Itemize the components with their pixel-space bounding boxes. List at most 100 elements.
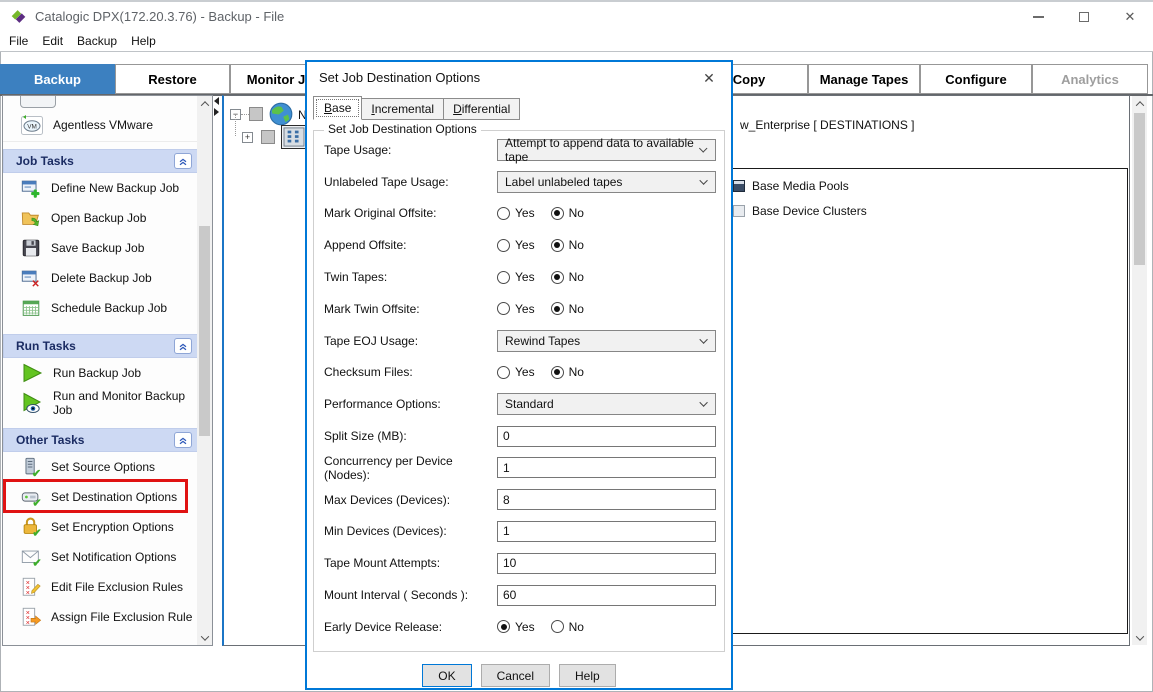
- menu-edit[interactable]: Edit: [35, 34, 70, 48]
- chevron-down-icon: [699, 335, 707, 343]
- unlabeled-tape-usage-select[interactable]: Label unlabeled tapes: [497, 171, 716, 193]
- content-scrollbar[interactable]: [1132, 96, 1147, 645]
- task-sidebar: VM Agentless VMware Job Tasks Define New…: [2, 95, 213, 646]
- sidebar-item-run-backup-job[interactable]: Run Backup Job: [3, 358, 198, 388]
- dialog-tab-differential[interactable]: Differential: [443, 98, 520, 120]
- max-devices-input[interactable]: [497, 489, 716, 510]
- sidebar-item-open-backup-job[interactable]: Open Backup Job: [3, 203, 198, 233]
- twin-tapes-radio-no[interactable]: [551, 271, 564, 284]
- split-size-input[interactable]: [497, 426, 716, 447]
- sidebar-item-assign-file-exclusion-rule[interactable]: ✕ ✕ ✕ Assign File Exclusion Rule: [3, 602, 198, 632]
- sidebar-item-delete-backup-job[interactable]: ✕ Delete Backup Job: [3, 263, 198, 293]
- scroll-down-icon[interactable]: [1132, 630, 1147, 645]
- dialog-title: Set Job Destination Options: [319, 70, 480, 85]
- menu-file[interactable]: File: [0, 34, 35, 48]
- chevron-down-icon: [699, 399, 707, 407]
- scrollbar-thumb[interactable]: [1134, 113, 1145, 265]
- sidebar-item-set-notification-options[interactable]: ✔ Set Notification Options: [3, 542, 198, 572]
- menu-backup[interactable]: Backup: [70, 34, 124, 48]
- tab-restore[interactable]: Restore: [115, 64, 230, 94]
- scroll-down-icon[interactable]: [197, 630, 212, 645]
- svg-text:✕: ✕: [31, 279, 39, 289]
- collapse-section-button[interactable]: [174, 432, 192, 448]
- sidebar-item-label: Set Encryption Options: [51, 520, 174, 534]
- tape-mount-attempts-input[interactable]: [497, 553, 716, 574]
- checksum-files-radio-no[interactable]: [551, 366, 564, 379]
- exclusion-rules-edit-icon: ✕ ✕ ✕: [20, 576, 42, 598]
- menu-help[interactable]: Help: [124, 34, 163, 48]
- performance-options-select[interactable]: Standard: [497, 393, 716, 415]
- sidebar-item-edit-file-exclusion-rules[interactable]: ✕ ✕ ✕ Edit File Exclusion Rules: [3, 572, 198, 602]
- tab-analytics[interactable]: Analytics: [1032, 64, 1148, 94]
- min-devices-input[interactable]: [497, 521, 716, 542]
- run-play-icon: [20, 361, 44, 385]
- tree-checkbox[interactable]: [261, 130, 275, 144]
- mark-original-offsite-radio-yes[interactable]: [497, 207, 510, 220]
- checksum-files-radio-yes[interactable]: [497, 366, 510, 379]
- field-label: Early Device Release:: [324, 620, 497, 634]
- mark-twin-offsite-radio-yes[interactable]: [497, 302, 510, 315]
- ok-button[interactable]: OK: [422, 664, 471, 687]
- help-button[interactable]: Help: [559, 664, 616, 687]
- dialog-button-row: OK Cancel Help: [307, 664, 731, 687]
- section-title: Job Tasks: [16, 154, 74, 168]
- chevron-double-up-icon: [177, 340, 189, 352]
- append-offsite-radio-no[interactable]: [551, 239, 564, 252]
- list-item-base-media-pools[interactable]: Base Media Pools: [733, 179, 849, 193]
- sidebar-item-run-and-monitor-backup-job[interactable]: Run and Monitor Backup Job: [3, 388, 198, 418]
- collapse-section-button[interactable]: [174, 338, 192, 354]
- tape-eoj-usage-select[interactable]: Rewind Tapes: [497, 330, 716, 352]
- early-device-release-radio-yes[interactable]: [497, 620, 510, 633]
- scrollbar-thumb[interactable]: [199, 226, 210, 436]
- cancel-button[interactable]: Cancel: [481, 664, 550, 687]
- sidebar-item-set-encryption-options[interactable]: ✔ Set Encryption Options: [3, 512, 198, 542]
- sidebar-item-label: Assign File Exclusion Rule: [51, 610, 192, 624]
- list-item-base-device-clusters[interactable]: Base Device Clusters: [733, 204, 867, 218]
- sidebar-item-schedule-backup-job[interactable]: Schedule Backup Job: [3, 293, 198, 323]
- minimize-button[interactable]: [1015, 2, 1061, 32]
- sidebar-item-agentless-vmware[interactable]: VM Agentless VMware: [3, 109, 198, 142]
- scroll-up-icon[interactable]: [197, 96, 212, 111]
- sidebar-item-set-source-options[interactable]: ✔ Set Source Options: [3, 452, 198, 482]
- tab-backup[interactable]: Backup: [0, 64, 115, 94]
- collapse-section-button[interactable]: [174, 153, 192, 169]
- tab-configure[interactable]: Configure: [920, 64, 1032, 94]
- dialog-close-icon[interactable]: ✕: [699, 68, 719, 88]
- destinations-header: w_Enterprise [ DESTINATIONS ]: [740, 118, 915, 132]
- sidebar-item-save-backup-job[interactable]: Save Backup Job: [3, 233, 198, 263]
- mount-interval-input[interactable]: [497, 585, 716, 606]
- sidebar-item-define-new-backup-job[interactable]: Define New Backup Job: [3, 173, 198, 203]
- tree-checkbox[interactable]: [249, 107, 263, 121]
- tree-expand-icon[interactable]: +: [242, 132, 253, 143]
- expand-right-icon[interactable]: [214, 108, 219, 116]
- form-row: Split Size (MB):: [314, 420, 724, 452]
- run-monitor-icon: [20, 391, 44, 415]
- form-row: Max Devices (Devices):: [314, 484, 724, 516]
- collapse-left-icon[interactable]: [214, 97, 219, 105]
- tab-manage-tapes[interactable]: Manage Tapes: [808, 64, 920, 94]
- maximize-button[interactable]: [1061, 2, 1107, 32]
- source-server-icon: ✔: [20, 456, 42, 478]
- concurrency-per-device-input[interactable]: [497, 457, 716, 478]
- mark-original-offsite-radio-no[interactable]: [551, 207, 564, 220]
- list-item-label: Base Media Pools: [752, 179, 849, 193]
- twin-tapes-radio-yes[interactable]: [497, 271, 510, 284]
- mark-twin-offsite-radio-no[interactable]: [551, 302, 564, 315]
- scroll-up-icon[interactable]: [1132, 96, 1147, 111]
- save-floppy-icon: [20, 237, 42, 259]
- highlight-annotation-box: [3, 479, 188, 513]
- dialog-tab-incremental[interactable]: Incremental: [361, 98, 444, 120]
- close-button[interactable]: ✕: [1107, 2, 1153, 32]
- dialog-tab-base[interactable]: Base: [313, 96, 362, 120]
- delete-job-icon: ✕: [20, 267, 42, 289]
- chevron-double-up-icon: [177, 434, 189, 446]
- append-offsite-radio-yes[interactable]: [497, 239, 510, 252]
- form-row: Tape Mount Attempts:: [314, 547, 724, 579]
- svg-text:✔: ✔: [32, 528, 41, 538]
- form-row: Tape EOJ Usage: Rewind Tapes: [314, 325, 724, 357]
- sidebar-scrollbar[interactable]: [197, 96, 212, 645]
- selected-node-frame[interactable]: [281, 125, 307, 149]
- device-cluster-icon: [733, 205, 745, 217]
- early-device-release-radio-no[interactable]: [551, 620, 564, 633]
- tape-usage-select[interactable]: Attempt to append data to available tape: [497, 139, 716, 161]
